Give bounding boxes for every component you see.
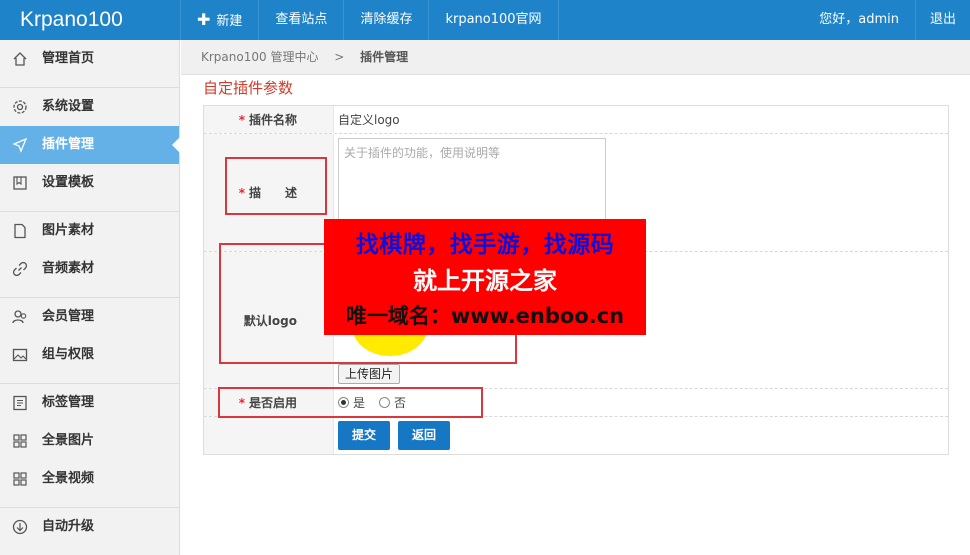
sidebar-item-members[interactable]: 会员管理 (0, 298, 179, 336)
sidebar-item-plugins[interactable]: 插件管理 (0, 126, 180, 164)
top-nav: ✚ 新建 查看站点 清除缓存 krpano100官网 (180, 0, 559, 40)
top-bar: Krpano100 ✚ 新建 查看站点 清除缓存 krpano100官网 您好，a… (0, 0, 970, 40)
name-label: * 插件名称 (204, 106, 334, 133)
sidebar-item-panorama-images[interactable]: 全景图片 (0, 422, 179, 460)
users-icon (12, 309, 28, 325)
logout-button[interactable]: 退出 (916, 0, 970, 40)
annotation-box-description (225, 157, 327, 215)
grid-icon (12, 433, 28, 449)
gear-icon (12, 99, 28, 115)
divider (0, 498, 179, 508)
page-title: 自定插件参数 (203, 79, 294, 97)
breadcrumb-current: 插件管理 (360, 50, 409, 64)
breadcrumb-separator: > (334, 50, 345, 64)
watermark-banner: 找棋牌，找手游，找源码 就上开源之家 唯一域名：www.enboo.cn (324, 219, 646, 335)
new-button[interactable]: ✚ 新建 (180, 0, 260, 40)
list-icon (12, 395, 28, 411)
home-icon (12, 51, 28, 67)
sidebar-item-templates[interactable]: 设置模板 (0, 164, 179, 202)
book-icon (12, 175, 28, 191)
file-icon (12, 223, 28, 239)
sidebar-item-groups[interactable]: 组与权限 (0, 336, 179, 374)
name-value[interactable]: 自定义logo (334, 106, 948, 133)
app-logo[interactable]: Krpano100 (0, 0, 180, 40)
clear-cache-button[interactable]: 清除缓存 (344, 0, 430, 40)
navigation-arrow-icon (12, 137, 28, 153)
divider (0, 374, 179, 384)
watermark-line-3: 唯一域名：www.enboo.cn (345, 304, 625, 328)
official-site-link[interactable]: krpano100官网 (429, 0, 559, 40)
back-button[interactable]: 返回 (398, 421, 451, 450)
upload-image-button[interactable]: 上传图片 (338, 364, 401, 384)
form-row-actions: 提交 返回 (204, 417, 948, 455)
sidebar: 管理首页 系统设置 插件管理 设置模板 图片素材 音频素材 会员管理 组与权限 … (0, 40, 180, 555)
divider (0, 202, 179, 212)
submit-button[interactable]: 提交 (338, 421, 391, 450)
sidebar-item-panorama-video[interactable]: 全景视频 (0, 460, 179, 498)
picture-icon (12, 347, 28, 363)
view-site-link[interactable]: 查看站点 (259, 0, 345, 40)
sidebar-item-home[interactable]: 管理首页 (0, 40, 179, 78)
watermark-line-2: 就上开源之家 (413, 267, 557, 295)
sidebar-item-system-settings[interactable]: 系统设置 (0, 88, 179, 126)
breadcrumb: Krpano100 管理中心 > 插件管理 (181, 40, 970, 75)
sidebar-item-tags[interactable]: 标签管理 (0, 384, 179, 422)
watermark-line-1: 找棋牌，找手游，找源码 (355, 232, 615, 258)
annotation-box-enable (218, 387, 483, 418)
sidebar-item-audio[interactable]: 音频素材 (0, 250, 179, 288)
form-row-name: * 插件名称 自定义logo (204, 106, 948, 134)
sidebar-item-images[interactable]: 图片素材 (0, 212, 179, 250)
divider (0, 288, 179, 298)
divider (0, 78, 179, 88)
user-greeting[interactable]: 您好，admin (803, 0, 916, 40)
grid-icon (12, 471, 28, 487)
sidebar-item-auto-update[interactable]: 自动升级 (0, 508, 179, 546)
user-area: 您好，admin 退出 (803, 0, 970, 40)
download-circle-icon (12, 519, 28, 535)
breadcrumb-root[interactable]: Krpano100 管理中心 (201, 50, 318, 64)
plus-icon: ✚ (197, 10, 211, 29)
link-icon (12, 261, 28, 277)
